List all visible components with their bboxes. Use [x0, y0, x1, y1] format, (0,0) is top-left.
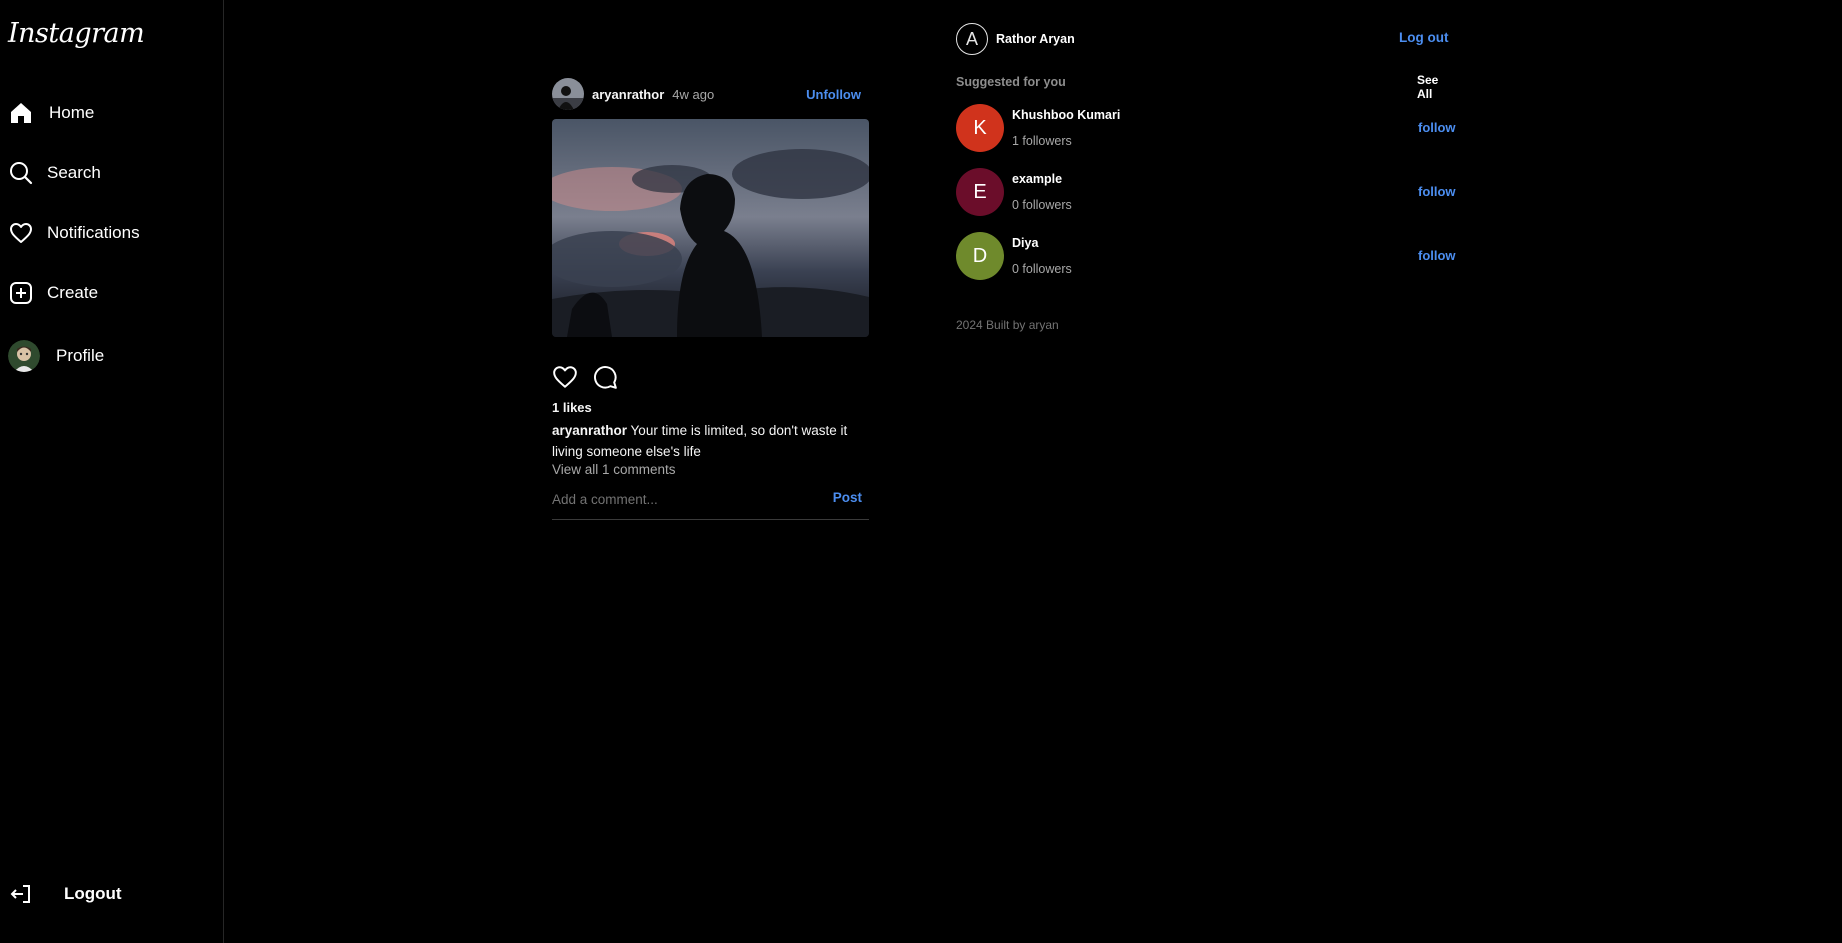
log-out-link[interactable]: Log out	[1399, 30, 1448, 45]
post-caption: aryanrathor Your time is limited, so don…	[552, 420, 869, 462]
unfollow-button[interactable]: Unfollow	[806, 87, 861, 102]
post-username[interactable]: aryanrathor	[592, 87, 664, 102]
current-user-name[interactable]: Rathor Aryan	[996, 32, 1075, 46]
heart-icon	[8, 220, 34, 246]
nav-notifications-label: Notifications	[47, 223, 140, 242]
suggestion-followers: 0 followers	[1012, 198, 1072, 212]
view-comments-link[interactable]: View all 1 comments	[552, 462, 676, 477]
feed-post: aryanrathor 4w ago Unfollow 1 likes arya…	[552, 78, 869, 520]
app-root: Instagram Home Search Notifications Crea…	[0, 0, 1842, 943]
profile-avatar	[8, 340, 40, 372]
nav-create[interactable]: Create	[8, 277, 98, 309]
suggestion-name[interactable]: Khushboo Kumari	[1012, 108, 1120, 122]
suggestion-item: E example 0 followers follow	[956, 168, 1456, 216]
logout-icon	[8, 881, 34, 907]
suggestion-followers: 0 followers	[1012, 262, 1072, 276]
current-user-row: A Rathor Aryan Log out	[956, 22, 1456, 56]
current-user-avatar[interactable]: A	[956, 23, 988, 55]
suggestion-avatar[interactable]: E	[956, 168, 1004, 216]
follow-button[interactable]: follow	[1418, 248, 1456, 263]
likes-count[interactable]: 1 likes	[552, 400, 592, 415]
footer-credit: 2024 Built by aryan	[956, 318, 1059, 332]
nav-logout[interactable]: Logout	[8, 878, 122, 910]
post-actions	[552, 364, 618, 390]
follow-button[interactable]: follow	[1418, 184, 1456, 199]
nav-profile-label: Profile	[56, 346, 105, 365]
nav-create-label: Create	[47, 283, 99, 302]
suggestion-item: D Diya 0 followers follow	[956, 232, 1456, 280]
caption-username[interactable]: aryanrathor	[552, 423, 627, 438]
nav-home-label: Home	[49, 103, 95, 122]
post-header: aryanrathor 4w ago Unfollow	[552, 78, 869, 110]
comment-row: Post	[552, 488, 869, 520]
search-icon	[8, 160, 34, 186]
sidebar: Instagram Home Search Notifications Crea…	[0, 0, 224, 943]
suggestion-followers: 1 followers	[1012, 134, 1072, 148]
right-panel: A Rathor Aryan Log out Suggested for you…	[956, 22, 1456, 332]
suggestion-name[interactable]: example	[1012, 172, 1062, 186]
suggestion-name[interactable]: Diya	[1012, 236, 1038, 250]
suggestions-title: Suggested for you	[956, 75, 1066, 89]
suggestion-avatar[interactable]: D	[956, 232, 1004, 280]
post-time: 4w ago	[672, 86, 715, 102]
nav-home[interactable]: Home	[8, 97, 94, 129]
nav-search-label: Search	[47, 163, 101, 182]
comment-input[interactable]	[552, 488, 822, 510]
suggestion-avatar[interactable]: K	[956, 104, 1004, 152]
home-icon	[8, 100, 34, 126]
post-author-avatar[interactable]	[552, 78, 584, 110]
plus-square-icon	[8, 280, 34, 306]
nav-search[interactable]: Search	[8, 157, 101, 189]
follow-button[interactable]: follow	[1418, 120, 1456, 135]
comment-icon[interactable]	[592, 364, 618, 390]
suggestions-header: Suggested for you See All	[956, 73, 1456, 101]
instagram-logo[interactable]: Instagram	[8, 18, 145, 49]
nav-notifications[interactable]: Notifications	[8, 217, 140, 249]
nav-profile[interactable]: Profile	[8, 340, 104, 372]
nav-logout-label: Logout	[64, 884, 122, 903]
see-all-link[interactable]: See All	[1417, 73, 1456, 101]
suggestion-item: K Khushboo Kumari 1 followers follow	[956, 104, 1456, 152]
post-comment-button[interactable]: Post	[833, 490, 862, 505]
like-heart-icon[interactable]	[552, 364, 578, 390]
post-image[interactable]	[552, 119, 869, 337]
